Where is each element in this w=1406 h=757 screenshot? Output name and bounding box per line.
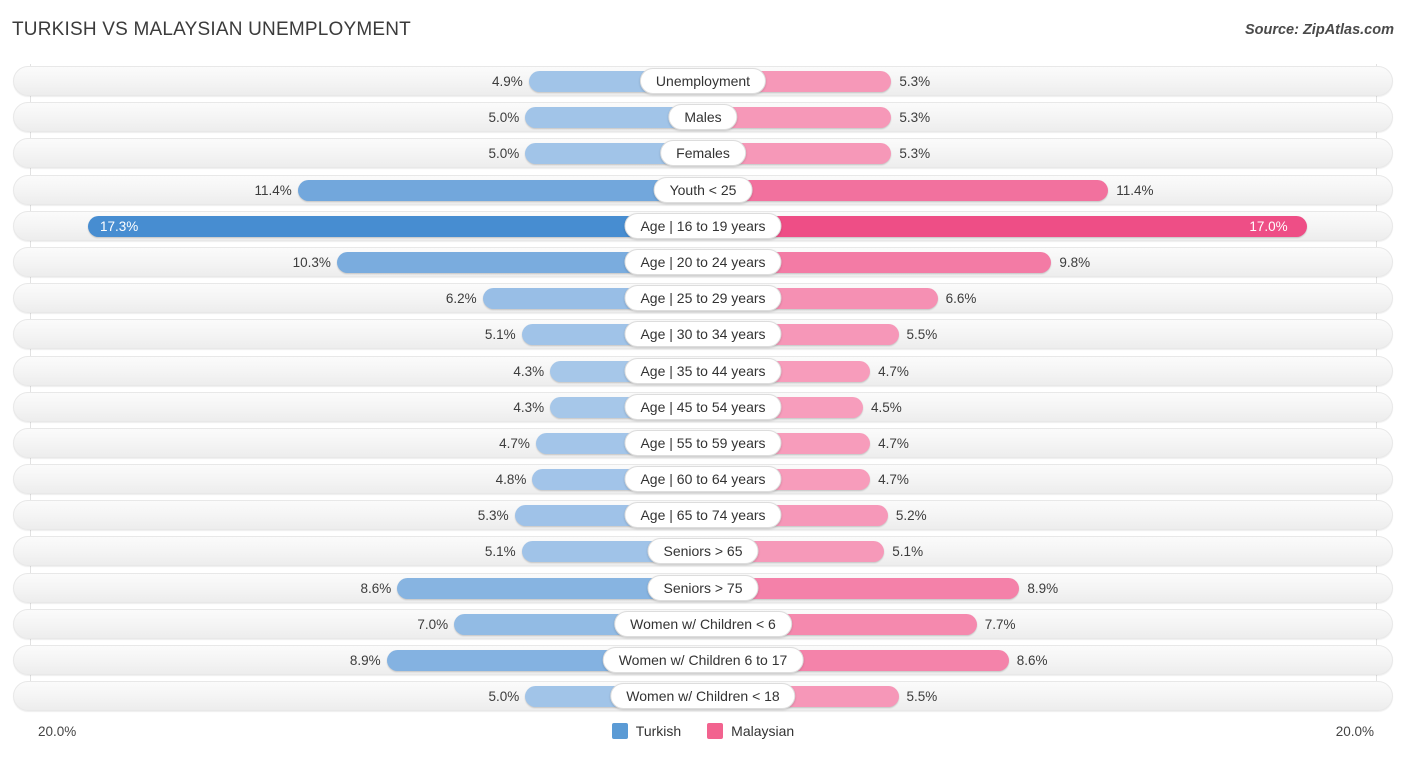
bar-turkish (297, 179, 703, 201)
bar-row: 8.9% 8.6% Women w/ Children 6 to 17 (0, 643, 1406, 679)
value-label-malaysian: 4.7% (878, 435, 909, 451)
bar-row: 4.7% 4.7% Age | 55 to 59 years (0, 426, 1406, 462)
bar-row: 4.3% 4.5% Age | 45 to 54 years (0, 390, 1406, 426)
legend-item-malaysian[interactable]: Malaysian (707, 723, 794, 739)
category-label: Seniors > 65 (647, 538, 759, 565)
legend-label: Turkish (635, 723, 682, 739)
value-label-turkish: 4.3% (513, 363, 545, 379)
value-label-turkish: 5.0% (488, 689, 520, 705)
bar-row: 6.2% 6.6% Age | 25 to 29 years (0, 281, 1406, 317)
value-label-turkish: 5.3% (477, 508, 509, 524)
value-label-turkish: 4.9% (492, 74, 523, 89)
category-label: Age | 45 to 54 years (624, 393, 782, 420)
bar-row: 8.6% 8.9% Seniors > 75 (0, 571, 1406, 607)
category-label: Age | 35 to 44 years (624, 357, 782, 384)
category-label: Youth < 25 (653, 176, 753, 203)
category-label: Age | 16 to 19 years (624, 212, 782, 239)
value-label-turkish: 5.0% (488, 146, 520, 162)
bar-row-list: 4.9% 5.3% Unemployment 5.0% 5.3% Males 5.0% 5.3… (0, 64, 1406, 715)
bar-malaysian (703, 179, 1109, 201)
bar-row: 5.1% 5.1% Seniors > 65 (0, 534, 1406, 570)
value-label-malaysian: 5.3% (899, 146, 931, 162)
bar-row: 10.3% 9.8% Age | 20 to 24 years (0, 245, 1406, 281)
value-label-turkish: 8.9% (349, 653, 381, 668)
value-label-turkish: 7.0% (417, 616, 449, 632)
category-label: Age | 25 to 29 years (624, 285, 782, 312)
value-label-malaysian: 4.7% (878, 363, 909, 379)
category-label: Seniors > 75 (647, 574, 759, 601)
page-title: TURKISH VS MALAYSIAN UNEMPLOYMENT (12, 19, 411, 40)
category-label: Women w/ Children < 18 (610, 683, 796, 710)
bar-row: 11.4% 11.4% Youth < 25 (0, 173, 1406, 209)
bar-row: 4.3% 4.7% Age | 35 to 44 years (0, 354, 1406, 390)
value-label-turkish: 6.2% (445, 291, 477, 307)
category-label: Age | 60 to 64 years (624, 466, 782, 493)
source-attribution: Source: ZipAtlas.com (1244, 22, 1394, 38)
value-label-malaysian: 11.4% (1116, 182, 1154, 198)
value-label-turkish: 5.0% (488, 110, 520, 126)
value-label-malaysian: 4.5% (870, 399, 902, 415)
value-label-malaysian: 5.5% (906, 327, 938, 343)
legend-item-turkish[interactable]: Turkish (611, 723, 682, 739)
bar-row: 7.0% 7.7% Women w/ Children < 6 (0, 607, 1406, 643)
value-label-malaysian: 9.8% (1059, 254, 1091, 270)
bar-row: 17.3% 17.0% Age | 16 to 19 years (0, 209, 1406, 245)
legend-swatch-icon (611, 723, 628, 739)
value-label-malaysian: 7.7% (984, 616, 1016, 632)
value-label-turkish: 4.8% (495, 472, 527, 488)
bar-row: 4.8% 4.7% Age | 60 to 64 years (0, 462, 1406, 498)
value-label-turkish: 17.3% (100, 218, 139, 234)
bar-row: 5.0% 5.3% Females (0, 136, 1406, 172)
value-label-malaysian: 5.3% (899, 74, 931, 89)
category-label: Males (668, 104, 738, 131)
value-label-malaysian: 8.9% (1027, 580, 1059, 596)
value-label-turkish: 5.1% (484, 544, 516, 560)
bar-row: 5.3% 5.2% Age | 65 to 74 years (0, 498, 1406, 534)
bar-malaysian (703, 215, 1308, 237)
value-label-turkish: 4.3% (513, 399, 545, 415)
value-label-malaysian: 5.5% (906, 689, 938, 705)
category-label: Females (660, 140, 746, 167)
value-label-turkish: 10.3% (292, 254, 331, 270)
legend-swatch-icon (707, 723, 724, 739)
category-label: Unemployment (639, 68, 767, 94)
value-label-malaysian: 6.6% (945, 291, 977, 307)
value-label-malaysian: 8.6% (1016, 653, 1048, 668)
value-label-malaysian: 4.7% (878, 472, 909, 488)
category-label: Age | 65 to 74 years (624, 502, 782, 529)
bar-row: 4.9% 5.3% Unemployment (0, 64, 1406, 100)
bar-turkish (88, 215, 703, 237)
value-label-turkish: 11.4% (254, 182, 292, 198)
value-label-malaysian: 5.3% (899, 110, 931, 126)
chart-page: TURKISH VS MALAYSIAN UNEMPLOYMENT Source… (0, 0, 1406, 757)
chart-legend: Turkish Malaysian (0, 723, 1406, 739)
bar-row: 5.1% 5.5% Age | 30 to 34 years (0, 317, 1406, 353)
value-label-malaysian: 5.2% (895, 508, 927, 524)
category-label: Women w/ Children < 6 (614, 610, 792, 637)
plot-area: 4.9% 5.3% Unemployment 5.0% 5.3% Males 5.0% 5.3… (0, 64, 1406, 719)
category-label: Women w/ Children 6 to 17 (602, 647, 804, 673)
value-label-malaysian: 5.1% (892, 544, 924, 560)
category-label: Age | 30 to 34 years (624, 321, 782, 348)
bar-row: 5.0% 5.5% Women w/ Children < 18 (0, 679, 1406, 715)
value-label-turkish: 4.7% (499, 435, 530, 451)
value-label-malaysian: 17.0% (1249, 218, 1288, 234)
value-label-turkish: 5.1% (484, 327, 516, 343)
category-label: Age | 20 to 24 years (624, 248, 782, 275)
category-label: Age | 55 to 59 years (624, 429, 782, 456)
legend-label: Malaysian (731, 723, 795, 739)
bar-row: 5.0% 5.3% Males (0, 100, 1406, 136)
value-label-turkish: 8.6% (360, 580, 392, 596)
